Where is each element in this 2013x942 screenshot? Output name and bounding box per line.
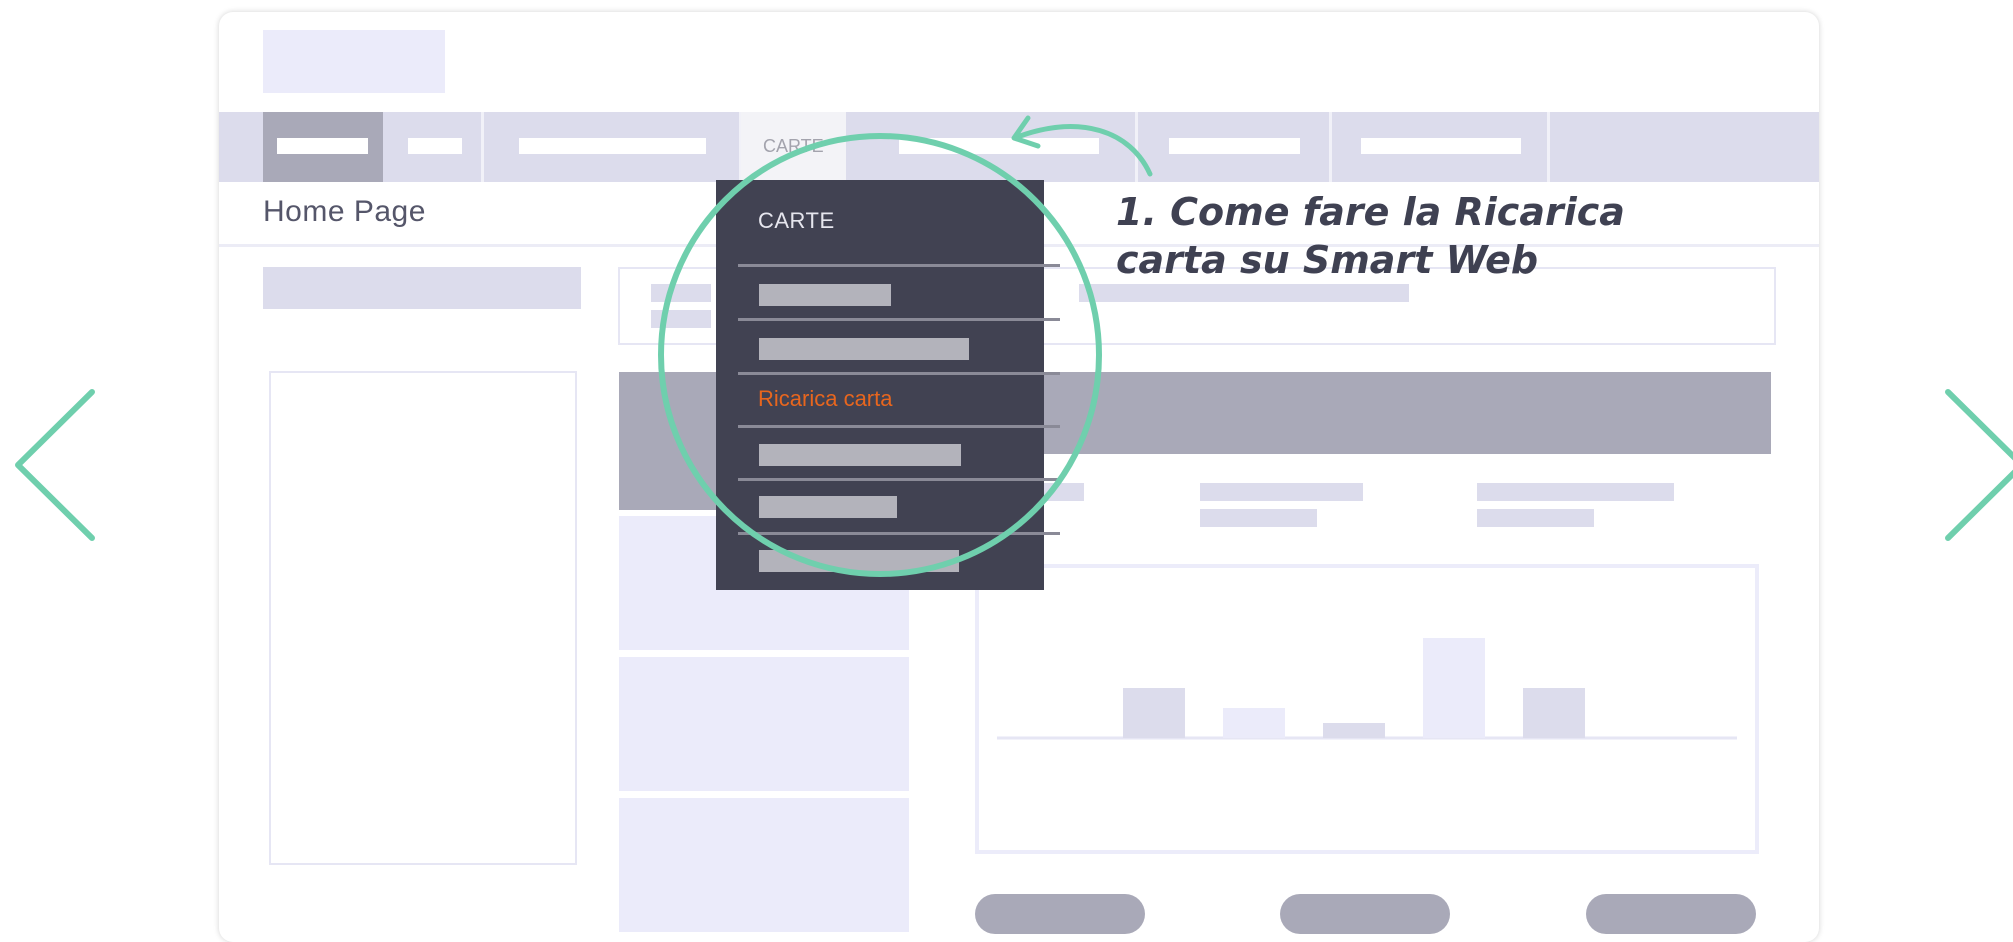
tab-carte[interactable]: CARTE: [741, 112, 846, 182]
sidebar-panel: [269, 371, 577, 865]
menu-divider: [738, 264, 1060, 267]
callout-line-2: carta su Smart Web: [1116, 238, 1539, 282]
chevron-right-icon: [1945, 389, 2013, 541]
menu-divider: [738, 318, 1060, 321]
chart-panel: [975, 564, 1759, 854]
action-button-3[interactable]: [1586, 894, 1756, 934]
stat-label-3: [1477, 483, 1674, 501]
menu-item-placeholder-4[interactable]: [759, 496, 897, 518]
next-slide-button[interactable]: [1930, 380, 2013, 550]
menu-divider: [738, 532, 1060, 535]
filter-placeholder-3: [1079, 284, 1409, 302]
nav-item-active[interactable]: [263, 112, 383, 182]
menu-item-placeholder-3[interactable]: [759, 444, 961, 466]
stat-value-3: [1477, 509, 1594, 527]
chart-bar-2: [1223, 708, 1285, 738]
chart-bar-4: [1423, 638, 1485, 738]
card-3: [619, 798, 909, 932]
chart-bar-5: [1523, 688, 1585, 738]
filter-placeholder-2: [651, 310, 711, 328]
nav-item-5[interactable]: [899, 138, 1099, 154]
navbar: [219, 112, 1819, 182]
tab-carte-label: CARTE: [763, 136, 824, 156]
menu-item-placeholder-5[interactable]: [759, 550, 959, 572]
filter-placeholder-1: [651, 284, 711, 302]
card-2: [619, 657, 909, 791]
nav-item-7[interactable]: [1361, 138, 1521, 154]
bar-chart: [997, 638, 1737, 740]
dropdown-menu: CARTE Ricarica carta: [716, 180, 1060, 590]
step-callout: 1. Come fare la Ricarica carta su Smart …: [1116, 188, 1676, 284]
sidebar-heading-placeholder: [263, 267, 581, 309]
menu-item-placeholder-2[interactable]: [759, 338, 969, 360]
nav-item-2[interactable]: [408, 138, 462, 154]
menu-divider: [738, 478, 1060, 481]
menu-divider: [738, 372, 1060, 375]
chevron-left-icon: [15, 389, 95, 541]
menu-divider: [738, 425, 1060, 428]
section-header-bar: [974, 372, 1771, 454]
stat-value-2: [1200, 509, 1317, 527]
nav-item-3[interactable]: [519, 138, 706, 154]
page-title: Home Page: [263, 195, 426, 228]
logo-placeholder: [263, 30, 445, 93]
menu-item-placeholder-1[interactable]: [759, 284, 891, 306]
callout-line-1: 1. Come fare la Ricarica: [1116, 190, 1625, 234]
action-button-2[interactable]: [1280, 894, 1450, 934]
chart-bar-3: [1323, 723, 1385, 738]
action-button-1[interactable]: [975, 894, 1145, 934]
stat-label-2: [1200, 483, 1363, 501]
nav-item-6[interactable]: [1169, 138, 1300, 154]
chart-bar-1: [1123, 688, 1185, 738]
menu-item-ricarica-carta[interactable]: Ricarica carta: [758, 386, 892, 412]
dropdown-title: CARTE: [758, 208, 835, 233]
previous-slide-button[interactable]: [0, 380, 120, 550]
